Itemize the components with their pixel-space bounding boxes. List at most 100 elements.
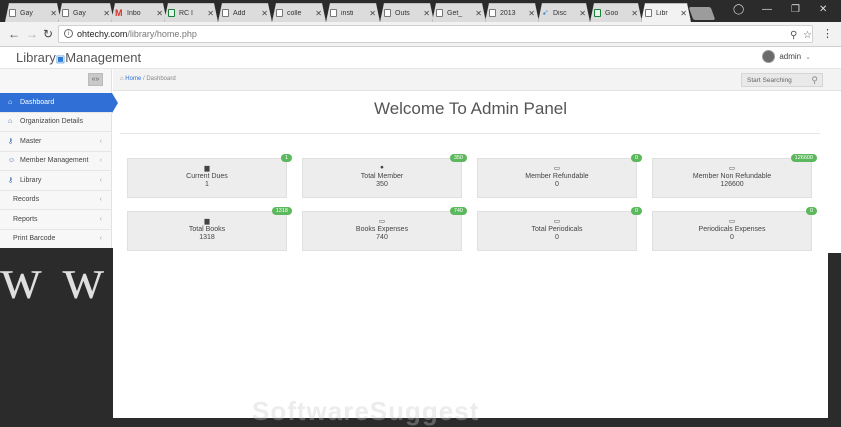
close-icon[interactable]: ✕ [475, 9, 482, 18]
breadcrumb-home-link[interactable]: Home [125, 76, 141, 82]
stat-card-member-refundable[interactable]: ▭ Member Refundable 0 0 [477, 154, 642, 198]
close-icon[interactable]: ✕ [579, 9, 586, 18]
new-tab-button[interactable] [688, 7, 716, 20]
close-icon[interactable]: ✕ [528, 9, 535, 18]
close-window-icon[interactable]: ✕ [819, 4, 827, 15]
search-placeholder: Start Searching [747, 77, 792, 84]
browser-tab[interactable]: Outs ✕ [380, 3, 434, 22]
sidebar-item-member-management[interactable]: ☺ Member Management ‹ [0, 152, 112, 171]
url-input[interactable]: i ohtechy.com/library/home.php ⚲ ☆ [58, 25, 813, 43]
stat-card-periodicals-expenses[interactable]: ▭ Periodicals Expenses 0 0 [652, 207, 817, 251]
close-icon[interactable]: ✕ [369, 9, 376, 18]
browser-tab[interactable]: Goo ✕ [590, 3, 642, 22]
chevron-left-icon: ‹ [99, 137, 102, 145]
close-icon[interactable]: ✕ [315, 9, 322, 18]
browser-tab[interactable]: ➹ Disc ✕ [538, 3, 590, 22]
browser-tab[interactable]: insti ✕ [326, 3, 380, 22]
brand-logo[interactable]: Library▣Management [16, 50, 141, 65]
page-icon [489, 9, 496, 17]
close-icon[interactable]: ✕ [261, 9, 268, 18]
card-value: 0 [555, 181, 559, 188]
sidebar-item-label: Organization Details [20, 118, 84, 126]
minimize-icon[interactable]: — [762, 4, 772, 15]
tab-label: RC I [179, 9, 193, 17]
sidebar-item-master[interactable]: ⚷ Master ‹ [0, 132, 112, 152]
key-icon: ⚷ [8, 177, 14, 185]
browser-tab[interactable]: 2013 ✕ [485, 3, 539, 22]
browser-menu-icon[interactable]: ⋮ [822, 27, 833, 40]
browser-tab[interactable]: Gay ✕ [58, 3, 114, 22]
card-value: 0 [555, 234, 559, 241]
zoom-icon[interactable]: ⚲ [790, 30, 797, 41]
bookmark-star-icon[interactable]: ☆ [803, 30, 812, 41]
chevron-left-icon: ‹ [99, 176, 102, 184]
sidebar-toggle-button[interactable]: «» [88, 73, 103, 86]
sidebar-item-label: Records [13, 196, 40, 204]
sidebar-item-reports[interactable]: Reports ‹ [0, 210, 112, 230]
tab-label: Add [233, 9, 246, 17]
reload-icon[interactable]: ↻ [43, 27, 53, 41]
close-icon[interactable]: ✕ [103, 9, 110, 18]
money-icon: ▭ [553, 218, 561, 225]
sidebar-item-label: Master [20, 137, 42, 145]
sidebar-item-print-barcode[interactable]: Print Barcode ‹ [0, 230, 112, 249]
count-badge: 1 [280, 154, 292, 162]
money-icon: ▭ [728, 218, 736, 225]
back-icon[interactable]: ← [8, 27, 20, 41]
home-icon: ⌂ [8, 118, 13, 126]
search-icon[interactable]: ⚲ [811, 75, 818, 86]
book-logo-icon: ▣ [55, 54, 66, 65]
maximize-icon[interactable]: ❐ [791, 4, 800, 15]
close-icon[interactable]: ✕ [207, 9, 214, 18]
search-input[interactable]: Start Searching ⚲ [741, 73, 823, 87]
key-icon: ⚷ [8, 138, 14, 146]
forward-icon[interactable]: → [26, 27, 38, 41]
page-icon [62, 9, 69, 17]
stat-card-member-non-refundable[interactable]: ▭ Member Non Refundable 126600 126600 [652, 154, 817, 198]
browser-tab[interactable]: Add ✕ [218, 3, 272, 22]
card-label: Total Books [188, 226, 226, 233]
browser-tab[interactable]: Gay ✕ [5, 3, 61, 22]
stat-card-current-dues[interactable]: ▆ Current Dues 1 1 [127, 154, 292, 198]
close-icon[interactable]: ✕ [50, 9, 57, 18]
browser-tab[interactable]: Libr ✕ [641, 3, 691, 22]
sidebar-item-label: Reports [13, 215, 38, 223]
breadcrumb: ⌂ Home / Dashboard [120, 76, 176, 82]
browser-tab[interactable]: Get_ ✕ [432, 3, 486, 22]
close-icon[interactable]: ✕ [156, 9, 163, 18]
close-icon[interactable]: ✕ [631, 9, 638, 18]
close-icon[interactable]: ✕ [423, 9, 430, 18]
browser-tab[interactable]: M Inbo ✕ [111, 3, 167, 22]
browser-tab[interactable]: RC I ✕ [164, 3, 218, 22]
book-icon: ▆ [204, 165, 210, 172]
tab-label: colle [287, 9, 302, 17]
avatar [762, 50, 776, 63]
tab-label: insti [341, 9, 354, 17]
chevron-left-icon: ‹ [99, 215, 102, 223]
stat-card-total-books[interactable]: ▆ Total Books 1318 1318 [127, 207, 292, 251]
close-icon[interactable]: ✕ [680, 9, 687, 18]
sidebar-item-organization-details[interactable]: ⌂ Organization Details [0, 113, 112, 132]
book-icon: ▆ [204, 218, 210, 225]
count-badge: 0 [805, 207, 817, 215]
stat-card-total-periodicals[interactable]: ▭ Total Periodicals 0 0 [477, 207, 642, 251]
tab-label: Disc [553, 9, 567, 17]
page-icon [384, 9, 391, 17]
browser-tab[interactable]: colle ✕ [272, 3, 326, 22]
brand-right: Management [65, 50, 142, 65]
tab-label: Inbo [127, 9, 141, 17]
stat-card-total-member[interactable]: ● Total Member 350 350 [302, 154, 467, 198]
site-info-icon[interactable]: i [64, 29, 73, 38]
sidebar-item-dashboard[interactable]: ⌂ Dashboard [0, 93, 118, 113]
sidebar-item-records[interactable]: Records ‹ [0, 191, 112, 210]
card-value: 0 [730, 234, 734, 241]
profile-icon[interactable]: ◯ [733, 4, 744, 15]
page-icon [222, 9, 229, 17]
user-menu[interactable]: admin ⌄ [762, 50, 811, 63]
stat-card-books-expenses[interactable]: ▭ Books Expenses 740 740 [302, 207, 467, 251]
sidebar-item-library[interactable]: ⚷ Library ‹ [0, 171, 112, 191]
count-badge: 0 [630, 207, 642, 215]
library-app: Library▣Management admin ⌄ «» ⌂ Dashboard… [0, 47, 841, 418]
count-badge: 740 [449, 207, 467, 215]
browser-tab-strip: ◯ — ❐ ✕ Gay ✕ Gay ✕ M Inbo ✕ RC I ✕ Add ✕ colle ✕ ins… [0, 0, 841, 22]
